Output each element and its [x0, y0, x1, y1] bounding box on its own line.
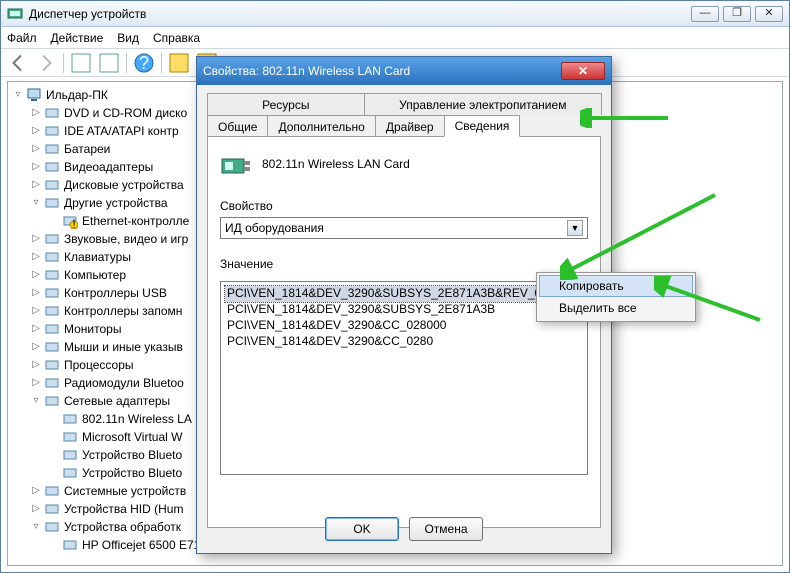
tab-driver[interactable]: Драйвер [375, 115, 445, 137]
back-button[interactable] [5, 52, 31, 74]
props-title: Свойства: 802.11n Wireless LAN Card [203, 64, 561, 78]
property-label: Свойство [220, 181, 588, 217]
dm-menubar: Файл Действие Вид Справка [1, 27, 789, 49]
tab-general[interactable]: Общие [207, 115, 268, 137]
network-card-icon [220, 149, 252, 181]
minimize-button[interactable]: — [691, 6, 719, 22]
list-item[interactable]: PCI\VEN_1814&DEV_3290&SUBSYS_2E871A3B [225, 302, 583, 318]
menu-select-all[interactable]: Выделить все [539, 297, 693, 319]
tb-help-button[interactable]: ? [131, 52, 157, 74]
menu-help[interactable]: Справка [153, 31, 200, 45]
menu-copy[interactable]: Копировать [539, 275, 693, 297]
tab-advanced[interactable]: Дополнительно [267, 115, 375, 137]
toolbar-separator [161, 53, 162, 73]
tb-btn-2[interactable] [96, 52, 122, 74]
props-titlebar[interactable]: Свойства: 802.11n Wireless LAN Card ✕ [197, 57, 611, 85]
tab-details[interactable]: Сведения [444, 115, 521, 137]
property-combo-value: ИД оборудования [225, 221, 324, 235]
close-button[interactable]: ✕ [755, 6, 783, 22]
forward-button[interactable] [33, 52, 59, 74]
list-item[interactable]: PCI\VEN_1814&DEV_3290&CC_0280 [225, 334, 583, 350]
maximize-button[interactable]: ❐ [723, 6, 751, 22]
chevron-down-icon: ▼ [567, 220, 583, 236]
tab-power[interactable]: Управление электропитанием [364, 93, 602, 115]
property-combo[interactable]: ИД оборудования ▼ [220, 217, 588, 239]
menu-file[interactable]: Файл [7, 31, 37, 45]
menu-action[interactable]: Действие [51, 31, 104, 45]
tb-btn-3[interactable] [166, 52, 192, 74]
context-menu: Копировать Выделить все [536, 272, 696, 322]
list-item[interactable]: PCI\VEN_1814&DEV_3290&CC_028000 [225, 318, 583, 334]
dm-titlebar[interactable]: Диспетчер устройств — ❐ ✕ [1, 1, 789, 27]
dm-title: Диспетчер устройств [29, 7, 691, 21]
value-label: Значение [220, 239, 588, 275]
menu-view[interactable]: Вид [117, 31, 139, 45]
toolbar-separator [63, 53, 64, 73]
svg-text:!: ! [72, 217, 75, 229]
toolbar-separator [126, 53, 127, 73]
props-close-button[interactable]: ✕ [561, 62, 605, 80]
device-name-label: 802.11n Wireless LAN Card [220, 149, 588, 171]
tab-resources[interactable]: Ресурсы [207, 93, 365, 115]
svg-text:?: ? [139, 53, 149, 73]
tb-btn-1[interactable] [68, 52, 94, 74]
value-listbox[interactable]: PCI\VEN_1814&DEV_3290&SUBSYS_2E871A3B&RE… [220, 281, 588, 475]
app-icon [7, 6, 23, 22]
cancel-button[interactable]: Отмена [409, 517, 483, 541]
ok-button[interactable]: OK [325, 517, 399, 541]
list-item[interactable]: PCI\VEN_1814&DEV_3290&SUBSYS_2E871A3B&RE… [225, 286, 583, 302]
tab-panel-details: 802.11n Wireless LAN Card Свойство ИД об… [207, 136, 601, 528]
